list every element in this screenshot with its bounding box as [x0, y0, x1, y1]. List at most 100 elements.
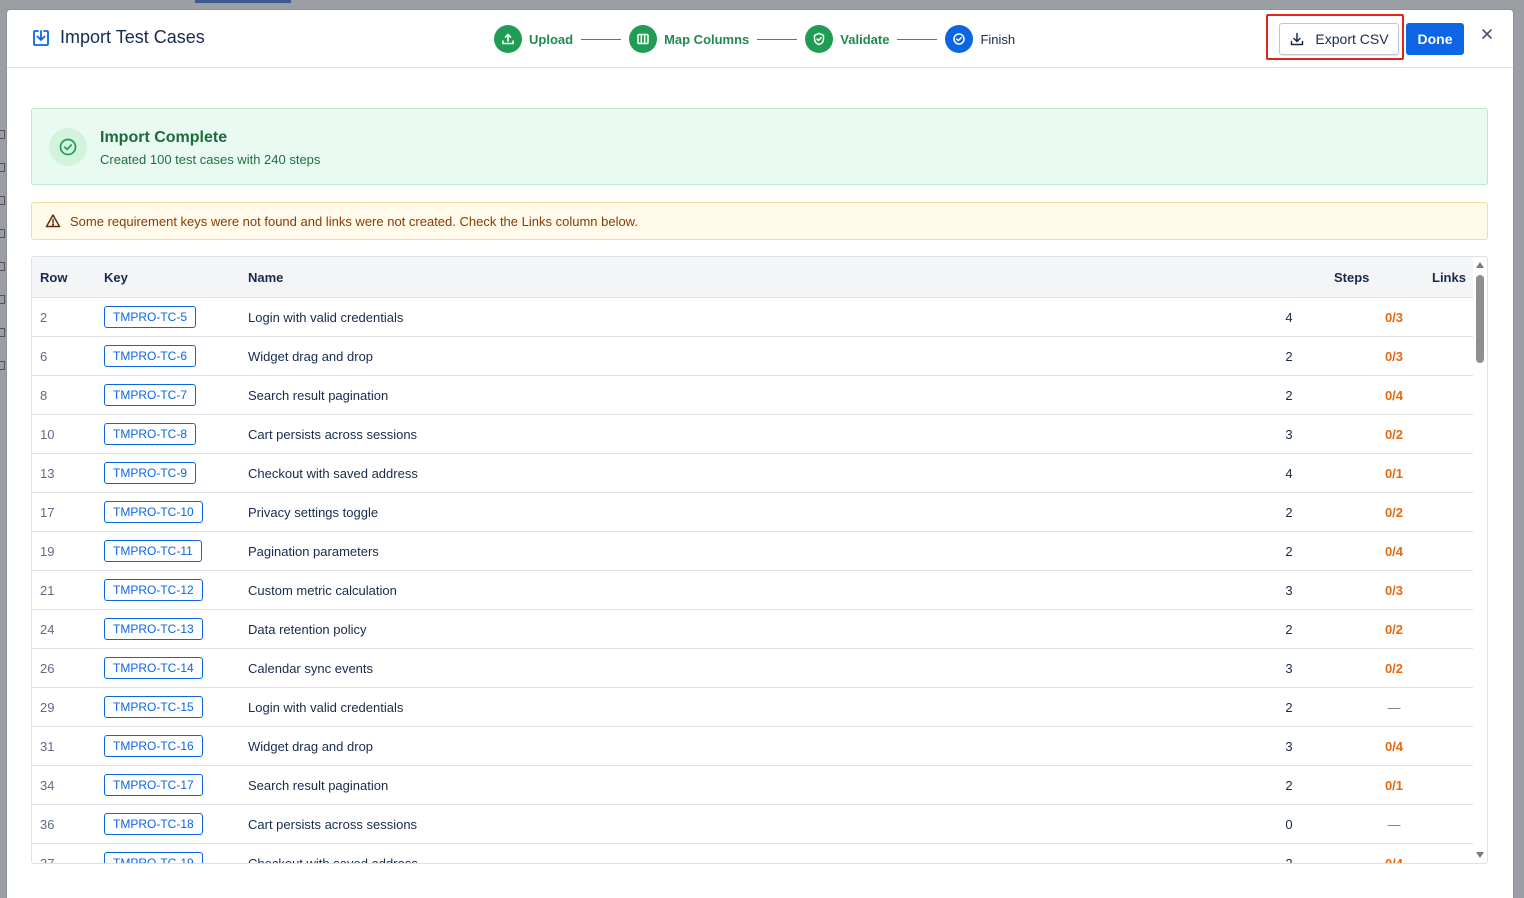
test-case-name: Custom metric calculation [248, 583, 397, 598]
links-status: 0/2 [1384, 661, 1404, 676]
test-case-key-link[interactable]: TMPRO-TC-9 [104, 462, 196, 484]
step-connector [897, 38, 938, 40]
step-validate-label: Validate [840, 31, 890, 47]
close-icon[interactable] [1478, 25, 1496, 43]
check-circle-icon [945, 25, 974, 53]
import-modal: Import Test Cases Upload Map Columns Val… [7, 10, 1513, 898]
warning-text: Some requirement keys were not found and… [70, 213, 638, 229]
test-case-key-link[interactable]: TMPRO-TC-7 [104, 384, 196, 406]
background-left-edge [0, 80, 6, 440]
links-status: 0/4 [1384, 739, 1404, 754]
test-case-name: Calendar sync events [248, 661, 374, 676]
scroll-down-arrow[interactable] [1476, 852, 1484, 858]
import-icon [31, 28, 51, 48]
step-map-columns-label: Map Columns [664, 31, 750, 47]
upload-icon [494, 25, 522, 53]
test-case-name: Search result pagination [248, 388, 389, 403]
row-number: 31 [40, 739, 55, 754]
test-case-name: Widget drag and drop [248, 739, 374, 754]
table-header: Row Key Name Steps Links [32, 257, 1473, 298]
test-case-name: Pagination parameters [248, 544, 379, 559]
links-status: 0/4 [1384, 388, 1404, 403]
row-number: 21 [40, 583, 55, 598]
row-number: 24 [40, 622, 55, 637]
test-case-key-link[interactable]: TMPRO-TC-12 [104, 579, 203, 601]
test-case-name: Login with valid credentials [248, 310, 404, 325]
export-csv-button[interactable]: Export CSV [1279, 23, 1399, 55]
table-row: 2 TMPRO-TC-5 Login with valid credentials 4… [32, 298, 1473, 337]
row-number: 10 [40, 427, 55, 442]
step-count: 3 [1285, 739, 1293, 754]
row-number: 13 [40, 466, 55, 481]
step-finish: Finish [945, 25, 1015, 53]
import-stepper: Upload Map Columns Validate Finish [494, 25, 1015, 53]
links-status: — [1387, 817, 1401, 832]
table-row: 6 TMPRO-TC-6 Widget drag and drop 2 0/3 [32, 337, 1473, 376]
test-case-name: Data retention policy [248, 622, 367, 637]
step-count: 2 [1285, 856, 1293, 864]
test-case-key-link[interactable]: TMPRO-TC-19 [104, 852, 203, 863]
table-row: 34 TMPRO-TC-17 Search result pagination 2 0/… [32, 766, 1473, 805]
test-case-key-link[interactable]: TMPRO-TC-10 [104, 501, 203, 523]
row-number: 17 [40, 505, 55, 520]
links-status: 0/3 [1384, 583, 1404, 598]
test-case-key-link[interactable]: TMPRO-TC-5 [104, 306, 196, 328]
test-case-key-link[interactable]: TMPRO-TC-15 [104, 696, 203, 718]
links-status: 0/2 [1384, 505, 1404, 520]
test-case-key-link[interactable]: TMPRO-TC-18 [104, 813, 203, 835]
test-case-name: Cart persists across sessions [248, 817, 418, 832]
table-row: 17 TMPRO-TC-10 Privacy settings toggle 2 0/2 [32, 493, 1473, 532]
links-status: — [1387, 700, 1401, 715]
links-status: 0/3 [1384, 310, 1404, 325]
table-row: 31 TMPRO-TC-16 Widget drag and drop 3 0/4 [32, 727, 1473, 766]
row-number: 36 [40, 817, 55, 832]
test-case-name: Widget drag and drop [248, 349, 374, 364]
columns-icon [629, 25, 658, 53]
column-header-steps[interactable]: Steps [1334, 270, 1369, 285]
step-count: 4 [1285, 310, 1293, 325]
links-status: 0/3 [1384, 349, 1404, 364]
import-results-table: Row Key Name Steps Links 2 TMPRO-TC-5 Logi… [31, 256, 1488, 864]
scroll-thumb[interactable] [1476, 275, 1484, 363]
scroll-up-arrow[interactable] [1476, 262, 1484, 268]
test-case-key-link[interactable]: TMPRO-TC-17 [104, 774, 203, 796]
step-count: 4 [1285, 466, 1293, 481]
links-status: 0/1 [1384, 466, 1404, 481]
step-upload: Upload [494, 25, 573, 53]
table-row: 24 TMPRO-TC-13 Data retention policy 2 0/2 [32, 610, 1473, 649]
row-number: 29 [40, 700, 55, 715]
test-case-name: Privacy settings toggle [248, 505, 379, 520]
test-case-name: Login with valid credentials [248, 700, 404, 715]
test-case-name: Search result pagination [248, 778, 389, 793]
test-case-key-link[interactable]: TMPRO-TC-11 [104, 540, 202, 562]
column-header-name[interactable]: Name [248, 270, 283, 285]
links-status: 0/1 [1384, 778, 1404, 793]
test-case-key-link[interactable]: TMPRO-TC-16 [104, 735, 203, 757]
row-number: 26 [40, 661, 55, 676]
links-status: 0/2 [1384, 427, 1404, 442]
done-button[interactable]: Done [1406, 23, 1464, 55]
table-row: 37 TMPRO-TC-19 Checkout with saved address… [32, 844, 1473, 864]
row-number: 34 [40, 778, 55, 793]
column-header-links[interactable]: Links [1432, 270, 1466, 285]
warning-icon [45, 213, 61, 229]
column-header-row[interactable]: Row [40, 270, 67, 285]
test-case-key-link[interactable]: TMPRO-TC-13 [104, 618, 203, 640]
background-tab-indicator [195, 0, 291, 3]
links-status: 0/4 [1384, 544, 1404, 559]
table-row: 26 TMPRO-TC-14 Calendar sync events 3 0/2 [32, 649, 1473, 688]
check-circle-icon [49, 128, 87, 166]
row-number: 37 [40, 856, 55, 864]
row-number: 2 [40, 310, 48, 325]
test-case-key-link[interactable]: TMPRO-TC-14 [104, 657, 203, 679]
table-scrollbar[interactable] [1473, 257, 1487, 863]
step-count: 2 [1285, 388, 1293, 403]
step-connector [757, 38, 798, 40]
test-case-key-link[interactable]: TMPRO-TC-8 [104, 423, 196, 445]
test-case-key-link[interactable]: TMPRO-TC-6 [104, 345, 196, 367]
import-complete-panel: Import Complete Created 100 test cases w… [31, 108, 1488, 185]
modal-title-text: Import Test Cases [60, 27, 205, 47]
table-row: 13 TMPRO-TC-9 Checkout with saved address 4… [32, 454, 1473, 493]
table-row: 21 TMPRO-TC-12 Custom metric calculation 3 0… [32, 571, 1473, 610]
column-header-key[interactable]: Key [104, 270, 128, 285]
